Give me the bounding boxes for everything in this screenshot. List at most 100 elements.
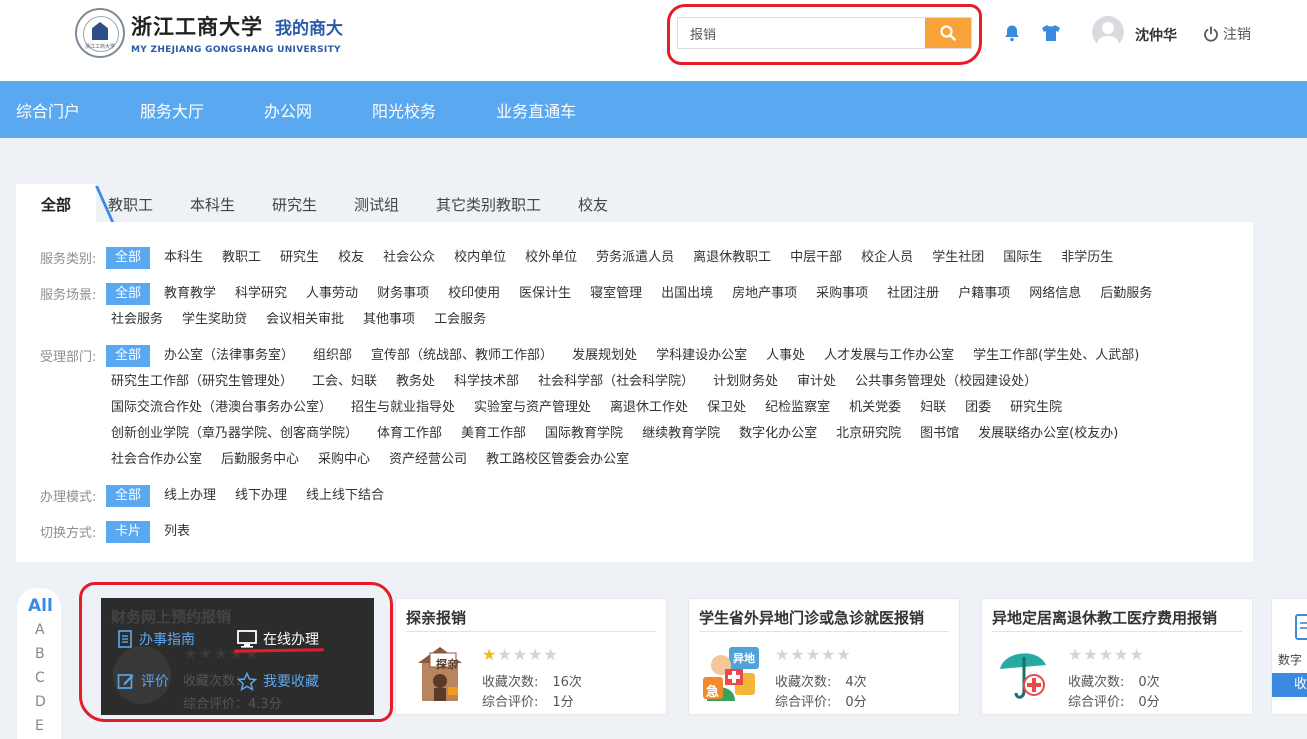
filter-option[interactable]: 采购事项 [811,283,873,305]
filter-option[interactable]: 列表 [159,521,195,543]
filter-option[interactable]: 学生奖助贷 [177,309,252,331]
filter-option[interactable]: 国际教育学院 [540,423,628,445]
service-card-retiree-medical[interactable]: 异地定居离退休教工医疗费用报销 ★★★★★ 收藏次数: 0次 综合评价: 0分 [981,598,1253,715]
filter-option[interactable]: 人才发展与工作办公室 [819,345,959,367]
filter-option[interactable]: 妇联 [915,397,951,419]
filter-option[interactable]: 校友 [333,247,369,269]
filter-option[interactable]: 校印使用 [443,283,505,305]
tab-test-group[interactable]: 测试组 [354,194,399,215]
rate-button[interactable]: 评价 [117,671,169,691]
filter-option[interactable]: 后勤服务 [1095,283,1157,305]
filter-option[interactable]: 学科建设办公室 [651,345,752,367]
filter-option[interactable]: 组织部 [308,345,357,367]
filter-option[interactable]: 北京研究院 [831,423,906,445]
filter-option[interactable]: 教务处 [391,371,440,393]
filter-option[interactable]: 教工路校区管委会办公室 [481,449,634,471]
university-logo[interactable]: 浙江工商大学 浙江工商大学 我的商大 MY ZHEJIANG GONGSHANG… [75,8,343,58]
logout-button[interactable]: 注销 [1203,24,1251,44]
filter-option[interactable]: 全部 [106,283,151,305]
nav-item-sunshine[interactable]: 阳光校务 [372,98,436,122]
filter-option[interactable]: 出国出境 [656,283,718,305]
filter-option[interactable]: 网络信息 [1024,283,1086,305]
filter-option[interactable]: 创新创业学院（章乃器学院、创客商学院） [106,423,363,445]
filter-option[interactable]: 采购中心 [313,449,375,471]
nav-item-service-hall[interactable]: 服务大厅 [140,98,204,122]
filter-option[interactable]: 财务事项 [372,283,434,305]
nav-item-office[interactable]: 办公网 [264,98,312,122]
filter-option[interactable]: 保卫处 [702,397,751,419]
alphabet-letter-a[interactable]: A [35,622,45,638]
filter-option[interactable]: 审计处 [792,371,841,393]
guide-button[interactable]: 办事指南 [117,629,195,649]
filter-option[interactable]: 后勤服务中心 [216,449,304,471]
shirt-icon[interactable] [1041,24,1061,42]
favorite-button[interactable]: 我要收藏 [237,671,319,691]
filter-option[interactable]: 数字化办公室 [734,423,822,445]
filter-option[interactable]: 社会合作办公室 [106,449,207,471]
filter-option[interactable]: 研究生院 [1005,397,1067,419]
nav-item-business[interactable]: 业务直通车 [496,98,576,122]
filter-option[interactable]: 全部 [106,345,151,367]
filter-option[interactable]: 工会、妇联 [307,371,382,393]
bell-icon[interactable] [1003,24,1021,42]
service-card-student-medical[interactable]: 学生省外异地门诊或急诊就医报销 异地 急 ★★★★★ 收藏次数: 4次 综合评价:… [688,598,960,715]
filter-option[interactable]: 本科生 [159,247,208,269]
filter-option[interactable]: 校企人员 [856,247,918,269]
service-card-partial[interactable]: 数字 收 [1271,598,1307,715]
search-input[interactable] [678,18,925,48]
filter-option[interactable]: 房地产事项 [727,283,802,305]
filter-option[interactable]: 发展规划处 [567,345,642,367]
filter-option[interactable]: 线上线下结合 [301,485,389,507]
filter-option[interactable]: 科学技术部 [449,371,524,393]
filter-option[interactable]: 全部 [106,485,151,507]
filter-option[interactable]: 人事处 [761,345,810,367]
filter-option[interactable]: 国际生 [998,247,1047,269]
filter-option[interactable]: 中层干部 [785,247,847,269]
filter-option[interactable]: 会议相关审批 [261,309,349,331]
user-name[interactable]: 沈仲华 [1135,25,1177,45]
filter-option[interactable]: 研究生工作部（研究生管理处） [106,371,298,393]
tab-graduate[interactable]: 研究生 [272,194,317,215]
alphabet-letter-b[interactable]: B [35,646,45,662]
tab-all[interactable]: 全部 [41,194,71,215]
filter-option[interactable]: 研究生 [275,247,324,269]
tab-alumni[interactable]: 校友 [578,194,608,215]
tab-staff[interactable]: 教职工 [108,194,153,215]
filter-option[interactable]: 卡片 [106,521,151,543]
filter-option[interactable]: 劳务派遣人员 [591,247,679,269]
filter-option[interactable]: 纪检监察室 [760,397,835,419]
filter-option[interactable]: 教育教学 [159,283,221,305]
filter-option[interactable]: 机关党委 [844,397,906,419]
tab-undergrad[interactable]: 本科生 [190,194,235,215]
filter-option[interactable]: 医保计生 [514,283,576,305]
filter-option[interactable]: 离退休教职工 [688,247,776,269]
filter-option[interactable]: 计划财务处 [708,371,783,393]
filter-option[interactable]: 美育工作部 [456,423,531,445]
filter-option[interactable]: 学生社团 [927,247,989,269]
filter-option[interactable]: 发展联络办公室(校友办) [973,423,1123,445]
nav-item-portal[interactable]: 综合门户 [16,98,80,122]
filter-option[interactable]: 工会服务 [429,309,491,331]
filter-option[interactable]: 户籍事项 [953,283,1015,305]
filter-option[interactable]: 人事劳动 [301,283,363,305]
filter-option[interactable]: 线下办理 [230,485,292,507]
filter-option[interactable]: 其他事项 [358,309,420,331]
filter-option[interactable]: 国际交流合作处（港澳台事务办公室） [106,397,337,419]
filter-option[interactable]: 公共事务管理处（校园建设处） [850,371,1042,393]
filter-option[interactable]: 宣传部（统战部、教师工作部） [366,345,558,367]
filter-option[interactable]: 体育工作部 [372,423,447,445]
filter-option[interactable]: 图书馆 [915,423,964,445]
filter-option[interactable]: 寝室管理 [585,283,647,305]
alphabet-all[interactable]: All [28,596,53,616]
filter-option[interactable]: 学生工作部(学生处、人武部) [968,345,1144,367]
filter-option[interactable]: 社团注册 [882,283,944,305]
filter-option[interactable]: 招生与就业指导处 [346,397,460,419]
filter-option[interactable]: 继续教育学院 [637,423,725,445]
alphabet-letter-d[interactable]: D [35,694,46,710]
partial-card-button[interactable]: 收 [1272,673,1307,697]
filter-option[interactable]: 离退休工作处 [605,397,693,419]
tab-other-staff[interactable]: 其它类别教职工 [436,194,541,215]
filter-option[interactable]: 团委 [960,397,996,419]
filter-option[interactable]: 教职工 [217,247,266,269]
search-button[interactable] [925,18,971,48]
